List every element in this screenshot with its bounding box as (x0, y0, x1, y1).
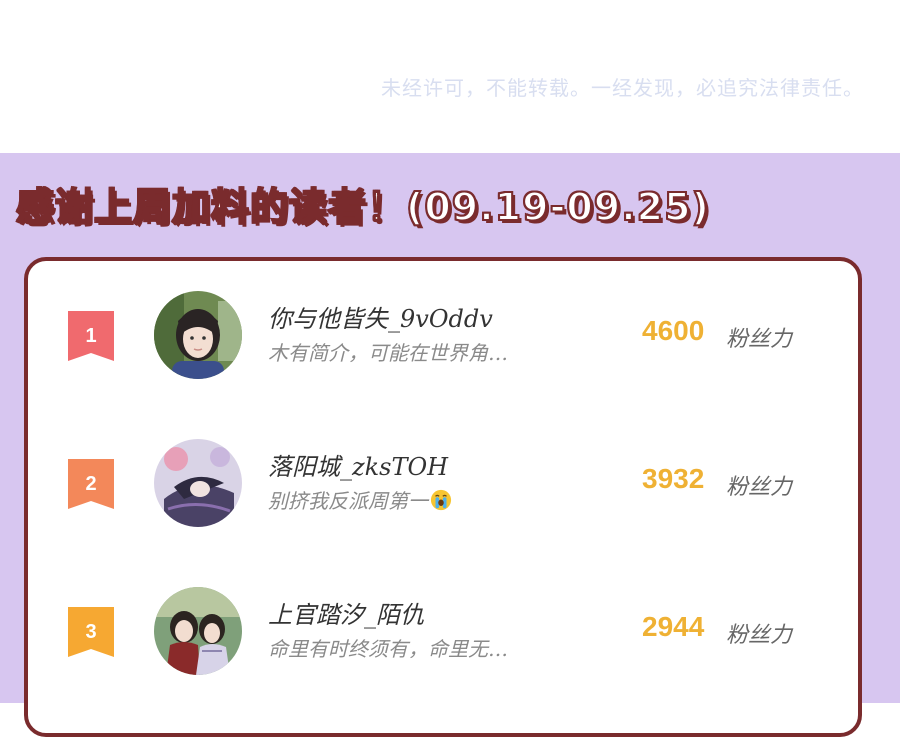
fan-power-score: 4600 (642, 315, 705, 346)
copyright-notice: 未经许可，不能转载。一经发现，必追究法律责任。 (381, 76, 864, 100)
fan-power-unit: 粉丝力 (726, 475, 793, 500)
rank-badge: 2 (68, 459, 114, 509)
avatar-image (154, 587, 242, 675)
fan-power-unit: 粉丝力 (726, 327, 793, 352)
reader-name: 你与他皆失_9vOddv (268, 305, 493, 333)
reader-bio-text: 别挤我反派周第一 (268, 489, 428, 513)
crying-face-icon (430, 489, 452, 511)
avatar[interactable] (154, 291, 242, 379)
fan-power-score: 3932 (642, 463, 705, 494)
avatar[interactable] (154, 439, 242, 527)
reader-row[interactable]: 2 落阳城_zksTOH 别挤我反派周第一 3932 粉丝力 (28, 437, 866, 547)
leaderboard-card: 1 你与他皆失_9vOddv 木有简介，可能在世界角… 4600 粉丝力 2 落… (24, 257, 862, 737)
reader-bio: 命里有时终须有，命里无… (268, 637, 508, 661)
reader-row[interactable]: 1 你与他皆失_9vOddv 木有简介，可能在世界角… 4600 粉丝力 (28, 289, 866, 399)
reader-bio: 木有简介，可能在世界角… (268, 341, 508, 365)
rank-badge: 3 (68, 607, 114, 657)
reader-bio: 别挤我反派周第一 (268, 485, 452, 514)
rank-badge: 1 (68, 311, 114, 361)
avatar-image (154, 439, 242, 527)
leaderboard-title: 感谢上周加料的读者！(09.19-09.25) (15, 184, 710, 230)
reader-name: 落阳城_zksTOH (268, 453, 449, 481)
avatar-image (154, 291, 242, 379)
reader-name: 上官踏汐_陌仇 (268, 601, 424, 629)
reader-row[interactable]: 3 上官踏汐_陌仇 命里有时终须有，命里无… 2944 粉丝力 (28, 585, 866, 695)
avatar[interactable] (154, 587, 242, 675)
fan-power-score: 2944 (642, 611, 705, 642)
fan-power-unit: 粉丝力 (726, 623, 793, 648)
